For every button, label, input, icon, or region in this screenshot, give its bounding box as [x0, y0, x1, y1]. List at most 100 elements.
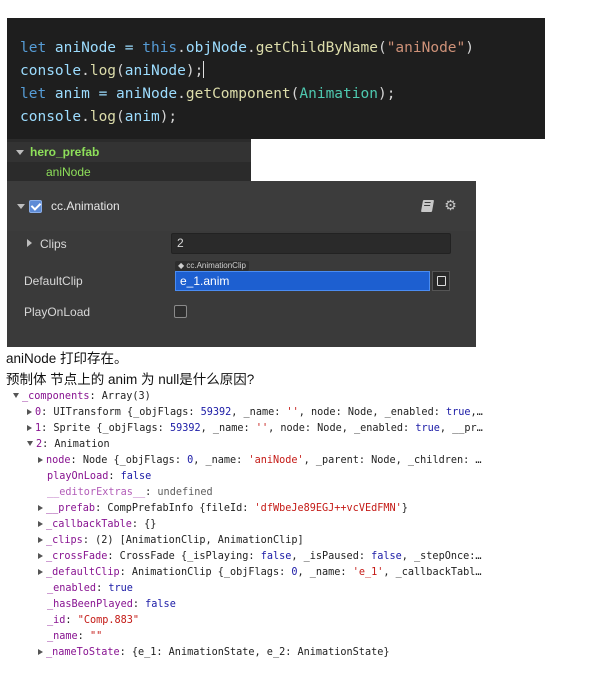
- hierarchy-item-hero-prefab[interactable]: hero_prefab: [7, 142, 251, 162]
- console-token: , _isPaused:: [291, 551, 372, 562]
- expand-arrow-icon[interactable]: [38, 505, 43, 511]
- expand-arrow-icon[interactable]: [27, 239, 32, 247]
- console-token: 59392: [169, 423, 201, 434]
- console-token: , _name:: [193, 455, 249, 466]
- expand-arrow-icon[interactable]: [38, 521, 43, 527]
- code-token: log: [89, 63, 117, 79]
- console-token: , node: Node, _enabled:: [268, 423, 416, 434]
- console-property-row[interactable]: 0: UITransform {_objFlags: 59392, _name:…: [27, 405, 483, 421]
- console-property-row[interactable]: 2: Animation: [27, 437, 110, 453]
- console-token: false: [371, 551, 402, 562]
- asset-type-label: cc.AnimationClip: [186, 261, 246, 270]
- console-token: : AnimationClip {_objFlags:: [119, 567, 292, 578]
- code-line[interactable]: console.log(anim);: [20, 106, 545, 129]
- console-token: _id: [47, 615, 66, 626]
- console-token: }: [401, 503, 408, 514]
- console-token: _components: [22, 391, 90, 402]
- help-book-icon[interactable]: [420, 200, 435, 212]
- console-property-row[interactable]: _defaultClip: AnimationClip {_objFlags: …: [38, 565, 482, 581]
- code-token: anim: [124, 109, 160, 125]
- code-token: .: [177, 86, 186, 102]
- console-token: true: [108, 583, 133, 594]
- console-token: : (2) [AnimationClip, AnimationClip]: [82, 535, 304, 546]
- console-property-row[interactable]: _callbackTable: {}: [38, 517, 156, 533]
- console-token: _clips: [46, 535, 83, 546]
- console-property-row[interactable]: _hasBeenPlayed: false: [47, 597, 176, 613]
- console-token: "": [89, 631, 103, 642]
- console-token: :: [96, 583, 109, 594]
- collapse-arrow-icon[interactable]: [27, 441, 33, 446]
- console-property-row[interactable]: _crossFade: CrossFade {_isPlaying: false…: [38, 549, 482, 565]
- code-line[interactable]: let anim = aniNode.getComponent(Animatio…: [20, 83, 545, 106]
- default-clip-asset-field[interactable]: e_1.anim: [175, 271, 430, 291]
- component-title: cc.Animation: [51, 199, 120, 213]
- code-token: );: [377, 86, 396, 102]
- expand-arrow-icon[interactable]: [38, 649, 43, 655]
- code-editor[interactable]: let aniNode = this.objNode.getChildByNam…: [7, 18, 545, 139]
- console-token: 'aniNode': [248, 455, 304, 466]
- console-token: : CompPrefabInfo {fileId:: [95, 503, 255, 514]
- expand-arrow-icon[interactable]: [16, 150, 24, 155]
- console-property-row[interactable]: _nameToState: {e_1: AnimationState, e_2:…: [38, 645, 389, 661]
- code-token: (: [116, 109, 125, 125]
- console-token: :: [108, 471, 121, 482]
- play-on-load-checkbox[interactable]: [174, 305, 187, 318]
- console-token: "Comp.883": [77, 615, 140, 626]
- expand-arrow-icon[interactable]: [27, 425, 32, 431]
- console-token: 'dfWbeJe89EGJ++vcVEdFMN': [254, 503, 402, 514]
- console-token: :: [132, 599, 146, 610]
- console-token: : Array(3): [89, 391, 151, 402]
- console-property-row[interactable]: _clips: (2) [AnimationClip, AnimationCli…: [38, 533, 304, 549]
- hierarchy-item-aninode[interactable]: aniNode: [7, 162, 251, 182]
- component-header: cc.Animation ⚙: [7, 181, 476, 231]
- expand-arrow-icon[interactable]: [27, 409, 32, 415]
- component-enabled-checkbox[interactable]: [29, 200, 42, 213]
- console-token: : UITransform {_objFlags:: [41, 407, 201, 418]
- code-token: this: [142, 40, 178, 56]
- console-property-row[interactable]: node: Node {_objFlags: 0, _name: 'aniNod…: [38, 453, 482, 469]
- expand-arrow-icon[interactable]: [38, 537, 43, 543]
- hierarchy-item-label: hero_prefab: [30, 145, 100, 159]
- text-cursor: [203, 61, 205, 78]
- hierarchy-panel: hero_prefab aniNode: [7, 139, 251, 181]
- locate-asset-button[interactable]: [432, 271, 450, 291]
- expand-arrow-icon[interactable]: [38, 569, 43, 575]
- console-property-row[interactable]: _enabled: true: [47, 581, 133, 597]
- code-token: aniNode: [124, 63, 186, 79]
- code-token: log: [89, 109, 117, 125]
- console-token: playOnLoad: [47, 471, 109, 482]
- clips-count-input[interactable]: 2: [171, 233, 451, 254]
- console-property-row[interactable]: 1: Sprite {_objFlags: 59392, _name: '', …: [27, 421, 483, 437]
- console-token: 59392: [200, 407, 232, 418]
- console-property-row[interactable]: __editorExtras__: undefined: [47, 485, 213, 501]
- code-token: "aniNode": [386, 40, 466, 56]
- expand-arrow-icon[interactable]: [38, 553, 43, 559]
- expand-arrow-icon[interactable]: [38, 457, 43, 463]
- console-token: :: [77, 631, 90, 642]
- console-token: :: [145, 487, 158, 498]
- code-line[interactable]: let aniNode = this.objNode.getChildByNam…: [20, 37, 545, 60]
- console-property-row[interactable]: __prefab: CompPrefabInfo {fileId: 'dfWbe…: [38, 501, 408, 517]
- console-token: , _callbackTabl…: [383, 567, 482, 578]
- console-token: : Animation: [42, 439, 110, 450]
- console-property-row[interactable]: _name: "": [47, 629, 102, 645]
- play-on-load-label: PlayOnLoad: [24, 305, 91, 319]
- collapse-arrow-icon[interactable]: [13, 393, 19, 398]
- console-token: _defaultClip: [46, 567, 120, 578]
- console-token: : {e_1: AnimationState, e_2: AnimationSt…: [119, 647, 390, 658]
- console-property-row[interactable]: _id: "Comp.883": [47, 613, 139, 629]
- code-token: aniNode =: [46, 40, 143, 56]
- console-token: '': [286, 407, 299, 418]
- collapse-arrow-icon[interactable]: [17, 204, 25, 209]
- console-property-row[interactable]: playOnLoad: false: [47, 469, 151, 485]
- console-token: true: [415, 423, 440, 434]
- code-token: ): [465, 40, 474, 56]
- code-line[interactable]: console.log(aniNode);: [20, 60, 545, 83]
- code-token: let: [20, 86, 47, 102]
- console-token: _hasBeenPlayed: [47, 599, 133, 610]
- question-line-1: aniNode 打印存在。: [6, 351, 128, 366]
- console-token: : CrossFade {_isPlaying:: [107, 551, 261, 562]
- console-property-row[interactable]: _components: Array(3): [13, 389, 151, 405]
- console-token: node: [46, 455, 71, 466]
- gear-icon[interactable]: ⚙: [444, 198, 457, 212]
